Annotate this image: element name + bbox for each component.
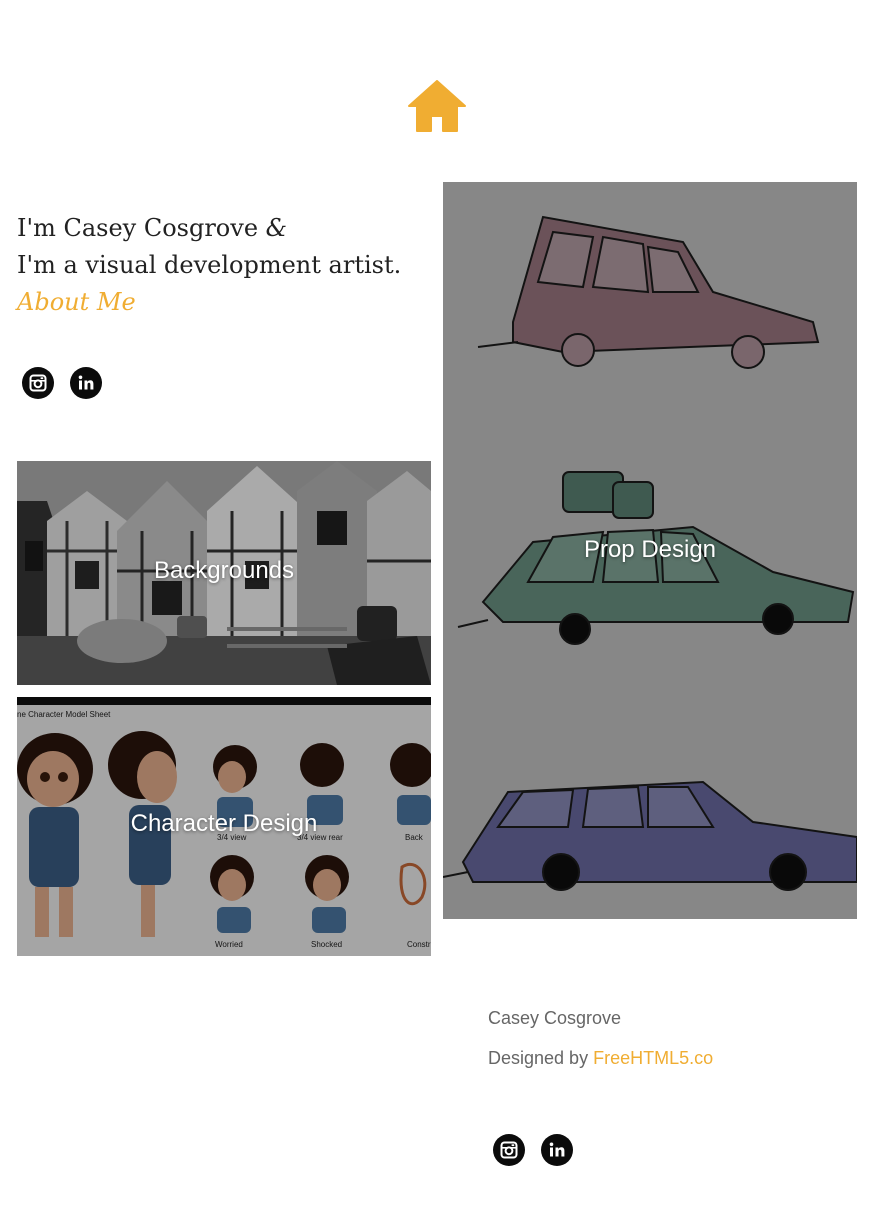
intro-ampersand: & (265, 214, 288, 242)
prop-design-label: Prop Design (583, 536, 717, 563)
intro-heading: I'm Casey Cosgrove & I'm a visual develo… (17, 210, 437, 321)
instagram-link[interactable] (493, 1134, 525, 1166)
portfolio-tile-prop-design[interactable]: Prop Design (443, 182, 857, 919)
intro-line-1: I'm Casey Cosgrove (17, 214, 259, 242)
linkedin-icon (549, 1142, 565, 1157)
designer-link[interactable]: FreeHTML5.co (593, 1048, 713, 1068)
portfolio-tile-backgrounds[interactable]: Backgrounds (17, 461, 431, 685)
backgrounds-label: Backgrounds (153, 557, 295, 584)
instagram-link[interactable] (22, 367, 54, 399)
home-icon (408, 80, 466, 132)
linkedin-link[interactable] (541, 1134, 573, 1166)
social-links (22, 367, 102, 399)
footer-name: Casey Cosgrove (488, 1008, 622, 1028)
character-design-label: Character Design (130, 810, 318, 837)
home-link[interactable] (408, 80, 466, 132)
portfolio-tile-character-design[interactable]: ne Character Model Sheet 3/4 view 3/4 vi… (17, 697, 431, 956)
linkedin-icon (78, 375, 94, 390)
intro-line-2: I'm a visual development artist. (17, 251, 402, 279)
instagram-icon (29, 374, 47, 392)
instagram-icon (500, 1141, 518, 1159)
footer-social-links (493, 1134, 573, 1166)
about-me-link[interactable]: About Me (17, 284, 437, 321)
footer-credit: Designed by FreeHTML5.co (488, 1048, 713, 1069)
linkedin-link[interactable] (70, 367, 102, 399)
designed-by-text: Designed by (488, 1048, 594, 1068)
